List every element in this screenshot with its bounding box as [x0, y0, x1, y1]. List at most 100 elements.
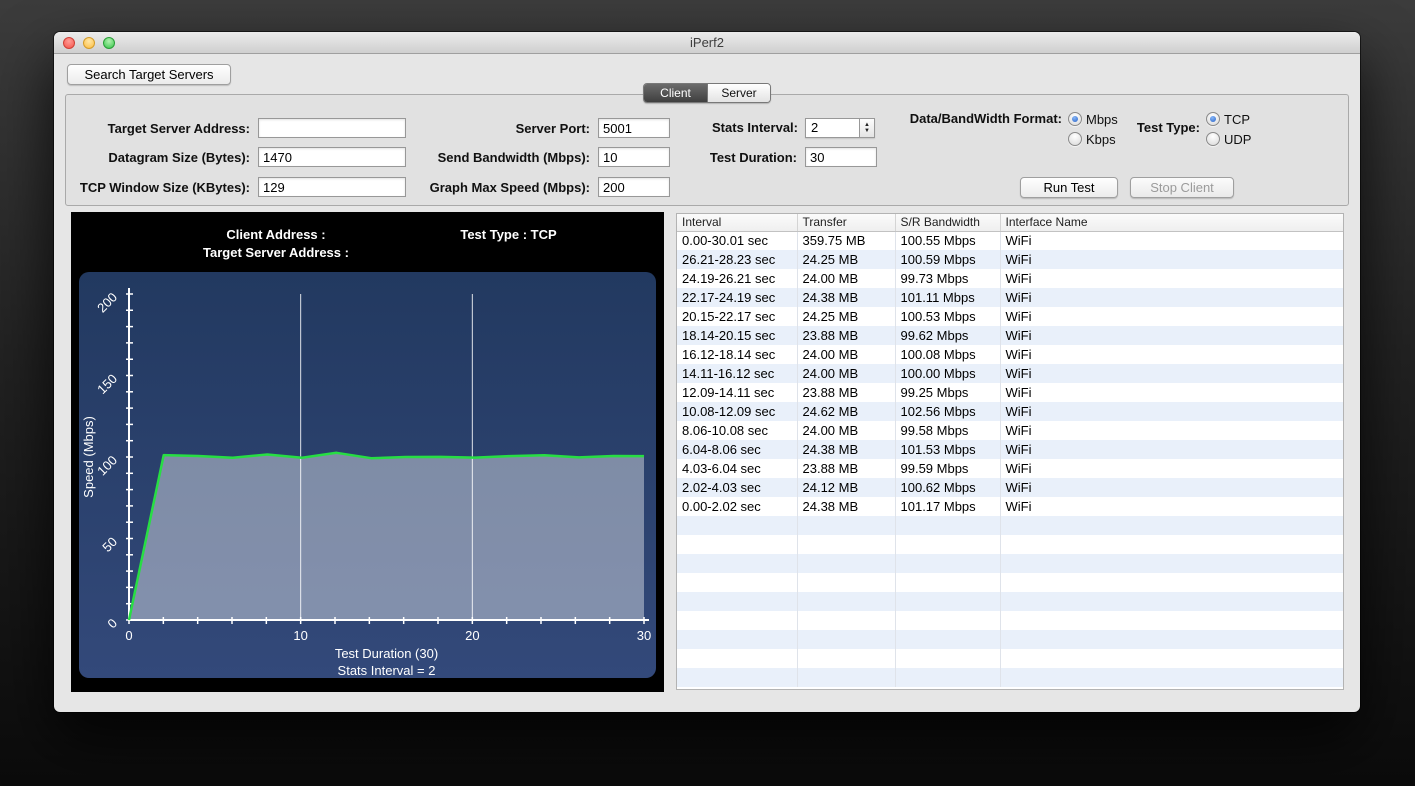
tab-server[interactable]: Server: [707, 84, 770, 102]
table-row-empty[interactable]: [677, 611, 1343, 630]
target-server-address-group: Target Server Address:: [74, 118, 406, 138]
table-row-empty[interactable]: [677, 573, 1343, 592]
svg-text:30: 30: [637, 628, 651, 643]
minimize-icon[interactable]: [83, 37, 95, 49]
table-cell: 100.53 Mbps: [895, 307, 1001, 326]
table-cell: 20.15-22.17 sec: [677, 307, 798, 326]
stepper-arrows[interactable]: ▲ ▼: [859, 119, 874, 137]
target-server-address-label: Target Server Address:: [107, 120, 250, 136]
test-type-radio-group: TCP UDP: [1206, 95, 1306, 155]
table-cell: WiFi: [1000, 250, 1343, 269]
table-row[interactable]: 0.00-30.01 sec 359.75 MB 100.55 Mbps WiFi: [677, 231, 1343, 250]
table-cell: 12.09-14.11 sec: [677, 383, 798, 402]
table-cell: [797, 535, 896, 554]
stats-interval-dropdown[interactable]: 2 ▲ ▼: [805, 118, 875, 138]
table-row-empty[interactable]: [677, 592, 1343, 611]
table-cell: [1000, 554, 1343, 573]
datagram-size-input[interactable]: [258, 147, 406, 167]
table-cell: [895, 611, 1001, 630]
graph-max-speed-input[interactable]: [598, 177, 670, 197]
table-cell: [677, 611, 798, 630]
test-type-label: Test Type:: [1136, 120, 1200, 135]
table-cell: [677, 554, 798, 573]
table-row-empty[interactable]: [677, 554, 1343, 573]
chart-client-address-label: Client Address :: [226, 227, 326, 242]
table-cell: [895, 649, 1001, 668]
table-row[interactable]: 12.09-14.11 sec 23.88 MB 99.25 Mbps WiFi: [677, 383, 1343, 402]
table-row[interactable]: 22.17-24.19 sec 24.38 MB 101.11 Mbps WiFi: [677, 288, 1343, 307]
table-row-empty[interactable]: [677, 630, 1343, 649]
tcp-window-size-input[interactable]: [258, 177, 406, 197]
col-header-interval[interactable]: Interval: [677, 214, 798, 232]
table-cell: [677, 630, 798, 649]
target-server-address-input[interactable]: [258, 118, 406, 138]
results-table: Interval Transfer S/R Bandwidth Interfac…: [677, 214, 1343, 687]
col-header-interface[interactable]: Interface Name: [1000, 214, 1343, 232]
search-target-servers-button[interactable]: Search Target Servers: [67, 64, 231, 85]
table-row[interactable]: 14.11-16.12 sec 24.00 MB 100.00 Mbps WiFi: [677, 364, 1343, 383]
table-cell: 24.38 MB: [797, 440, 896, 459]
table-row[interactable]: 4.03-6.04 sec 23.88 MB 99.59 Mbps WiFi: [677, 459, 1343, 478]
test-duration-input[interactable]: [805, 147, 877, 167]
results-table-panel: Interval Transfer S/R Bandwidth Interfac…: [676, 213, 1344, 690]
table-cell: WiFi: [1000, 269, 1343, 288]
svg-text:10: 10: [293, 628, 307, 643]
table-cell: [895, 573, 1001, 592]
col-header-transfer[interactable]: Transfer: [797, 214, 896, 232]
table-cell: 4.03-6.04 sec: [677, 459, 798, 478]
table-row[interactable]: 24.19-26.21 sec 24.00 MB 99.73 Mbps WiFi: [677, 269, 1343, 288]
table-cell: 24.25 MB: [797, 250, 896, 269]
table-cell: 24.62 MB: [797, 402, 896, 421]
table-cell: 18.14-20.15 sec: [677, 326, 798, 345]
titlebar[interactable]: iPerf2: [54, 32, 1360, 54]
table-row-empty[interactable]: [677, 516, 1343, 535]
table-cell: 101.53 Mbps: [895, 440, 1001, 459]
client-server-tabs: Client Server: [643, 83, 771, 103]
speed-chart: 0 10 20 30 0 50 100 150 200 Speed (Mbps) Test Dura…: [79, 272, 656, 678]
close-icon[interactable]: [63, 37, 75, 49]
svg-text:20: 20: [465, 628, 479, 643]
table-row[interactable]: 20.15-22.17 sec 24.25 MB 100.53 Mbps WiFi: [677, 307, 1343, 326]
table-cell: WiFi: [1000, 497, 1343, 516]
table-row-empty[interactable]: [677, 535, 1343, 554]
table-row-empty[interactable]: [677, 649, 1343, 668]
table-cell: [797, 668, 896, 687]
table-cell: WiFi: [1000, 478, 1343, 497]
table-cell: 100.59 Mbps: [895, 250, 1001, 269]
format-label: Data/BandWidth Format:: [909, 111, 1062, 126]
table-cell: WiFi: [1000, 459, 1343, 478]
table-cell: [1000, 516, 1343, 535]
zoom-icon[interactable]: [103, 37, 115, 49]
table-cell: 100.55 Mbps: [895, 231, 1001, 250]
table-cell: 24.25 MB: [797, 307, 896, 326]
radio-udp[interactable]: UDP: [1206, 129, 1251, 149]
table-row[interactable]: 0.00-2.02 sec 24.38 MB 101.17 Mbps WiFi: [677, 497, 1343, 516]
table-row[interactable]: 2.02-4.03 sec 24.12 MB 100.62 Mbps WiFi: [677, 478, 1343, 497]
server-port-label: Server Port:: [515, 120, 590, 136]
table-cell: [797, 592, 896, 611]
svg-text:Test Duration (30): Test Duration (30): [335, 646, 438, 661]
table-row[interactable]: 16.12-18.14 sec 24.00 MB 100.08 Mbps WiFi: [677, 345, 1343, 364]
table-row-empty[interactable]: [677, 668, 1343, 687]
test-duration-label: Test Duration:: [709, 149, 797, 165]
table-row[interactable]: 26.21-28.23 sec 24.25 MB 100.59 Mbps WiFi: [677, 250, 1343, 269]
chart-panel: Client Address : Test Type : TCP Target …: [71, 212, 664, 692]
radio-tcp[interactable]: TCP: [1206, 109, 1250, 129]
table-row[interactable]: 18.14-20.15 sec 23.88 MB 99.62 Mbps WiFi: [677, 326, 1343, 345]
table-cell: [1000, 611, 1343, 630]
radio-kbps-icon: [1068, 132, 1082, 146]
table-row[interactable]: 6.04-8.06 sec 24.38 MB 101.53 Mbps WiFi: [677, 440, 1343, 459]
table-cell: 100.00 Mbps: [895, 364, 1001, 383]
table-cell: 359.75 MB: [797, 231, 896, 250]
table-row[interactable]: 10.08-12.09 sec 24.62 MB 102.56 Mbps WiFi: [677, 402, 1343, 421]
table-cell: 8.06-10.08 sec: [677, 421, 798, 440]
col-header-bandwidth[interactable]: S/R Bandwidth: [895, 214, 1001, 232]
table-row[interactable]: 8.06-10.08 sec 24.00 MB 99.58 Mbps WiFi: [677, 421, 1343, 440]
table-cell: WiFi: [1000, 288, 1343, 307]
table-cell: [797, 649, 896, 668]
svg-text:50: 50: [99, 534, 120, 555]
table-cell: 14.11-16.12 sec: [677, 364, 798, 383]
table-cell: 10.08-12.09 sec: [677, 402, 798, 421]
run-test-button[interactable]: Run Test: [1020, 177, 1118, 198]
tab-client[interactable]: Client: [644, 84, 707, 102]
